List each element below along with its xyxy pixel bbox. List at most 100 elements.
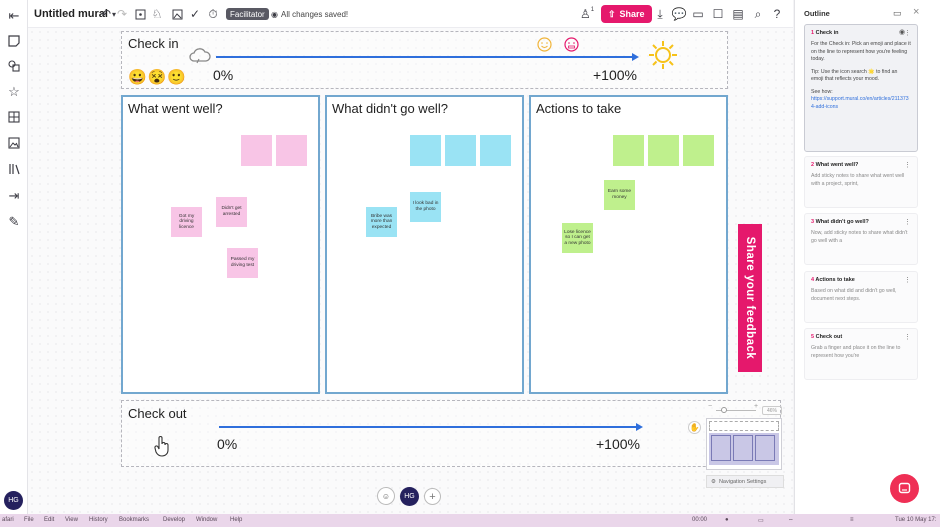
sticky-note[interactable]: I look bad in the photo: [410, 192, 441, 222]
outline-item-body: Now, add sticky notes to share what didn…: [811, 230, 908, 244]
redo-icon[interactable]: ↷: [114, 5, 130, 23]
help-chat-button[interactable]: [890, 474, 919, 503]
sticky-note-blank[interactable]: [648, 135, 679, 166]
os-menu-item[interactable]: View: [65, 517, 78, 523]
pen-icon[interactable]: ✎: [5, 212, 23, 230]
add-participant-icon[interactable]: +: [424, 488, 441, 505]
library-icon[interactable]: [5, 160, 23, 178]
zoom-out-icon[interactable]: −: [708, 403, 712, 410]
sticky-note-blank[interactable]: [276, 135, 307, 166]
zoom-thumb[interactable]: [721, 407, 727, 413]
sticky-note-blank[interactable]: [683, 135, 714, 166]
zoom-level[interactable]: 46%: [762, 406, 782, 415]
more-options-icon[interactable]: ⋮: [904, 218, 911, 226]
images-icon[interactable]: [5, 134, 23, 152]
smile-emoji-icon[interactable]: [537, 37, 552, 57]
checkout-arrow-head: [636, 423, 643, 431]
minimap[interactable]: [706, 418, 782, 470]
activity-icon[interactable]: ♘: [149, 5, 165, 23]
collaborators-button[interactable]: ♙ 1: [580, 5, 594, 23]
search-icon[interactable]: ⌕: [750, 5, 766, 23]
user-avatar[interactable]: HG: [4, 491, 23, 510]
os-menu-item[interactable]: Window: [196, 517, 217, 523]
more-options-icon[interactable]: ⋮: [904, 333, 911, 341]
outline-item-2[interactable]: 2 What went well? ⋮ Add sticky notes to …: [804, 156, 918, 208]
facilitator-hat-icon[interactable]: ☺: [377, 487, 395, 505]
sticky-note-icon[interactable]: [5, 32, 23, 50]
outline-item-4[interactable]: 4 Actions to take ⋮ Based on what did an…: [804, 271, 918, 323]
more-options-icon[interactable]: ⋮: [904, 29, 911, 37]
save-status: ◉ All changes saved!: [271, 5, 348, 23]
os-menu-item[interactable]: Bookmarks: [119, 517, 149, 523]
checkout-area[interactable]: Check out 0% +100%: [121, 400, 781, 467]
os-menu-item[interactable]: Help: [230, 517, 242, 523]
shapes-icon[interactable]: [5, 57, 23, 75]
facilitator-badge[interactable]: Facilitator: [226, 8, 269, 20]
zoom-in-icon[interactable]: +: [754, 403, 758, 410]
navigation-settings-button[interactable]: ⚙ Navigation Settings: [706, 475, 784, 488]
support-link[interactable]: https://support.mural.co/en/articles/211…: [811, 96, 911, 111]
sticky-note-blank[interactable]: [613, 135, 644, 166]
present-icon[interactable]: ▭: [893, 8, 902, 19]
control-center-icon[interactable]: ≡: [850, 517, 854, 523]
help-icon[interactable]: ?: [769, 5, 785, 23]
sticky-note[interactable]: Passed my driving test: [227, 248, 258, 278]
icons-star-icon[interactable]: ☆: [5, 82, 23, 100]
download-icon[interactable]: ⤓: [652, 5, 668, 23]
column-went-well[interactable]: What went well? Got my driving licence D…: [121, 95, 320, 394]
record-icon[interactable]: ●: [725, 517, 729, 523]
dizzy-face-icon[interactable]: 😵: [148, 69, 168, 86]
pointing-hand-icon[interactable]: [154, 435, 170, 462]
outline-icon[interactable]: ▤: [730, 5, 746, 23]
voting-icon[interactable]: ✓: [187, 5, 203, 23]
undo-icon[interactable]: ↶: [98, 5, 114, 23]
os-status-time: 00:00: [692, 517, 708, 523]
smiling-face-icon[interactable]: 🙂: [167, 69, 187, 86]
import-icon[interactable]: ⇥: [5, 186, 23, 204]
chat-icon[interactable]: 💬: [671, 5, 687, 23]
column-actions-to-take[interactable]: Actions to take Earn some money Lose lic…: [529, 95, 728, 394]
image-edit-icon[interactable]: [169, 5, 185, 23]
sticky-note-blank[interactable]: [241, 135, 272, 166]
sticky-note-blank[interactable]: [480, 135, 511, 166]
outline-item-5[interactable]: 5 Check out ⋮ Grab a finger and place it…: [804, 328, 918, 380]
share-feedback-banner[interactable]: Share your feedback: [738, 224, 762, 372]
sticky-note[interactable]: Lose licence so I can get a new photo: [562, 223, 593, 253]
sticky-note[interactable]: Earn some money: [604, 180, 635, 210]
collapse-sidebar-icon[interactable]: ⇤: [5, 6, 23, 24]
more-options-icon[interactable]: ⋮: [904, 276, 911, 284]
column-didnt-go-well[interactable]: What didn't go well? Bribe was more than…: [325, 95, 524, 394]
close-icon[interactable]: ×: [913, 6, 919, 18]
os-menu-item[interactable]: afari: [2, 517, 14, 523]
hand-tool-icon[interactable]: ✋: [688, 421, 701, 434]
upload-file-icon[interactable]: [132, 5, 148, 23]
sticky-note-blank[interactable]: [410, 135, 441, 166]
grinning-face-icon[interactable]: 😀: [128, 69, 148, 86]
zoom-slider[interactable]: − +: [708, 403, 760, 414]
outline-item-1[interactable]: 1 Check in ◉ ⋮ For the Check in: Pick an…: [804, 24, 918, 152]
checkin-area[interactable]: Check in 😀😵🙂 0% +100%: [121, 31, 728, 89]
frames-icon[interactable]: [5, 108, 23, 126]
notes-icon[interactable]: ☐: [710, 5, 726, 23]
os-menu-item[interactable]: Edit: [44, 517, 54, 523]
sticky-note[interactable]: Didn't get arrested: [216, 197, 247, 227]
checkin-emoji-set[interactable]: 😀😵🙂: [128, 68, 187, 86]
sticky-note[interactable]: Got my driving licence: [171, 207, 202, 237]
more-options-icon[interactable]: ⋮: [904, 161, 911, 169]
participant-avatar[interactable]: HG: [400, 487, 419, 506]
os-clock: Tue 10 May 17:: [895, 517, 937, 523]
outline-item-3[interactable]: 3 What didn't go well? ⋮ Now, add sticky…: [804, 213, 918, 265]
sticky-note-blank[interactable]: [445, 135, 476, 166]
column-title: What didn't go well?: [332, 101, 448, 116]
os-menu-item[interactable]: Develop: [163, 517, 185, 523]
sticky-note[interactable]: Bribe was more than expected: [366, 207, 397, 237]
os-menu-item[interactable]: History: [89, 517, 108, 523]
os-menu-item[interactable]: File: [24, 517, 34, 523]
share-button[interactable]: ⇧ Share: [601, 5, 652, 23]
left-toolbar: ⇤ ☆ ⇥ ✎ HG: [0, 0, 28, 514]
timer-icon[interactable]: ⏱: [205, 5, 221, 23]
minimap-checkin: [709, 421, 779, 431]
outline-item-heading: 4 Actions to take: [811, 277, 855, 283]
comment-icon[interactable]: ▭: [690, 5, 706, 23]
grimace-emoji-icon[interactable]: [564, 37, 579, 57]
